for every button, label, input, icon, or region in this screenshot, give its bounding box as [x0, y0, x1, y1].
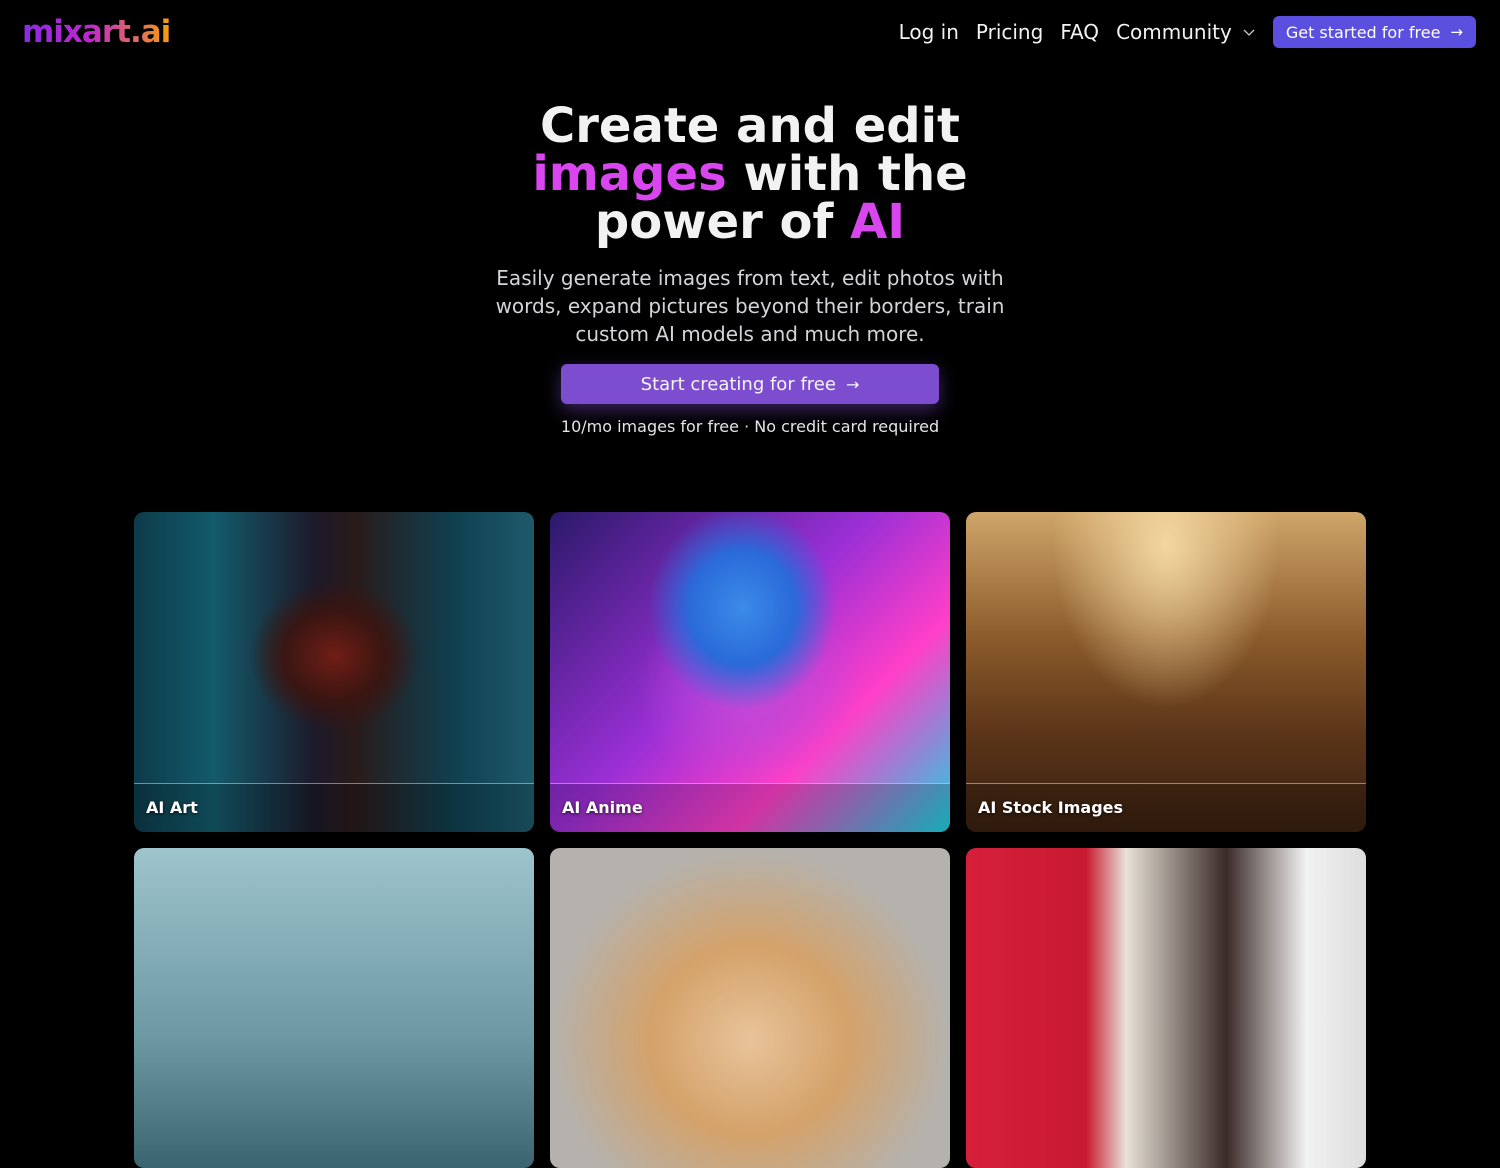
- community-dropdown[interactable]: Community: [1116, 16, 1256, 48]
- card-label: AI Anime: [562, 798, 643, 817]
- gallery-card-ai-art[interactable]: AI Art: [134, 512, 534, 832]
- arrow-right-icon: →: [1450, 23, 1463, 41]
- card-label: AI Art: [146, 798, 198, 817]
- hero-title-line3: power of: [594, 194, 851, 250]
- gallery-card-ai-stock-images[interactable]: AI Stock Images: [966, 512, 1366, 832]
- chevron-down-icon: [1243, 29, 1255, 36]
- hero-title: Create and edit images with the power of…: [0, 102, 1500, 246]
- hero-subtitle: Easily generate images from text, edit p…: [495, 266, 1005, 346]
- faq-link[interactable]: FAQ: [1060, 16, 1099, 48]
- arrow-right-icon: →: [845, 374, 860, 394]
- top-nav: Log in Pricing FAQ Community Get started…: [899, 16, 1476, 48]
- login-link[interactable]: Log in: [899, 16, 959, 48]
- free-tier-note: 10/mo images for free · No credit card r…: [560, 417, 940, 436]
- card-label: AI Stock Images: [978, 798, 1124, 817]
- logo[interactable]: mixart.ai: [22, 12, 171, 52]
- community-label: Community: [1116, 20, 1232, 44]
- pricing-link[interactable]: Pricing: [976, 16, 1043, 48]
- gallery-card-4[interactable]: [134, 848, 534, 1168]
- start-creating-label: Start creating for free: [640, 373, 836, 395]
- get-started-button[interactable]: Get started for free →: [1272, 16, 1476, 48]
- hero-title-highlight-ai: AI: [850, 194, 906, 250]
- get-started-label: Get started for free: [1285, 22, 1441, 42]
- gallery-card-ai-anime[interactable]: AI Anime: [550, 512, 950, 832]
- start-creating-button[interactable]: Start creating for free →: [561, 364, 939, 404]
- gallery-card-5[interactable]: [550, 848, 950, 1168]
- gallery-card-6[interactable]: [966, 848, 1366, 1168]
